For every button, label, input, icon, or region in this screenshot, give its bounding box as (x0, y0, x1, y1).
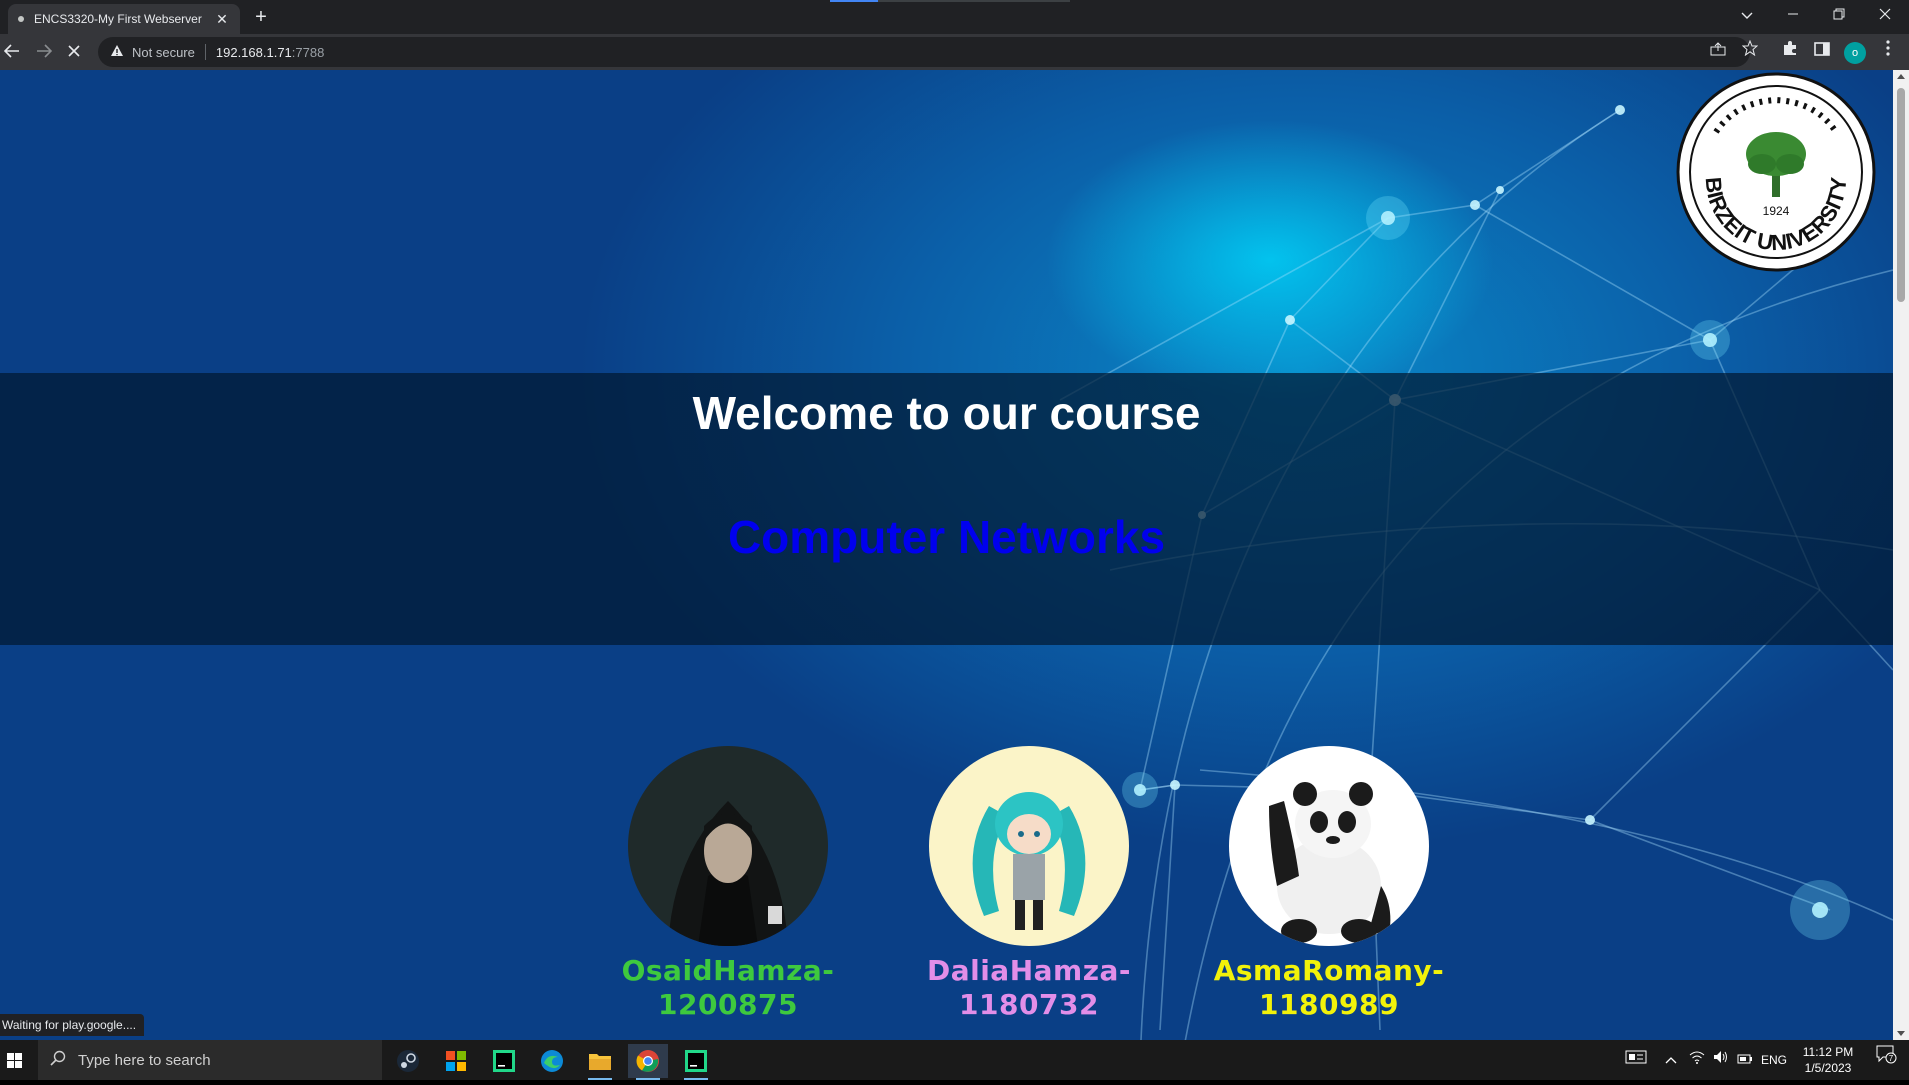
profile-avatar[interactable]: o (1844, 42, 1866, 64)
clock-date: 1/5/2023 (1804, 1061, 1852, 1075)
tab-title: ENCS3320-My First Webserver (34, 12, 202, 26)
tab-close-icon[interactable]: ✕ (214, 11, 230, 28)
browser-titlebar: ENCS3320-My First Webserver ✕ + (0, 0, 1909, 34)
member-avatar-anime-figure (929, 746, 1129, 946)
team-member-card: DaliaHamza- 1180732 (899, 746, 1159, 1022)
browser-menu-kebab-icon[interactable] (1874, 38, 1902, 66)
member-name: OsaidHamza- (621, 954, 835, 987)
birzeit-university-logo: 1924 BIRZEIT UNIVERSITY (1676, 72, 1876, 272)
tab-search-chevron-icon[interactable] (1724, 0, 1770, 30)
bookmark-star-icon[interactable] (1736, 38, 1764, 66)
close-window-icon[interactable] (1862, 0, 1908, 30)
browser-status-bubble: Waiting for play.google.... (0, 1014, 145, 1036)
team-member-card: OsaidHamza- 1200875 (598, 746, 858, 1022)
member-id: 1200875 (658, 988, 798, 1021)
notification-count: 7 (1889, 1054, 1894, 1063)
new-tab-button[interactable]: + (250, 6, 272, 28)
taskbar-clock[interactable]: 11:12 PM 1/5/2023 (1790, 1044, 1866, 1076)
address-bar[interactable]: Not secure 192.168.1.71:7788 (98, 37, 1750, 67)
member-name: AsmaRomany- (1213, 954, 1445, 987)
scroll-down-arrow-icon[interactable] (1897, 1031, 1905, 1036)
windows-start-button[interactable] (0, 1040, 34, 1080)
microsoft-store-icon[interactable] (436, 1044, 476, 1078)
loading-favicon-icon (18, 16, 24, 22)
notification-center-icon[interactable]: 7 (1868, 1040, 1904, 1080)
steam-app-icon[interactable] (388, 1044, 428, 1078)
member-name: DaliaHamza- (926, 954, 1132, 987)
input-language-indicator[interactable]: ENG (1758, 1040, 1790, 1080)
warning-triangle-icon[interactable] (110, 44, 124, 60)
tab-strip-loading-indicator (830, 0, 1070, 2)
member-avatar-panda (1229, 746, 1429, 946)
url-port: :7788 (291, 44, 325, 60)
scrollbar-thumb[interactable] (1897, 88, 1905, 302)
search-magnifier-icon (50, 1050, 66, 1071)
minimize-icon[interactable] (1770, 0, 1816, 30)
chrome-browser-icon[interactable] (628, 1044, 668, 1080)
page-viewport: 1924 BIRZEIT UNIVERSITY Welcome to our c… (0, 70, 1893, 1040)
team-member-card: AsmaRomany- 1180989 (1199, 746, 1459, 1022)
clock-time: 11:12 PM (1802, 1045, 1854, 1059)
show-hidden-icons-chevron[interactable] (1660, 1040, 1682, 1080)
welcome-heading: Welcome to our course (692, 387, 1201, 439)
file-explorer-icon[interactable] (580, 1044, 620, 1080)
address-divider (204, 44, 206, 60)
member-avatar-hooded-figure (628, 746, 828, 946)
scroll-up-arrow-icon[interactable] (1897, 74, 1905, 79)
member-id: 1180732 (959, 988, 1099, 1021)
logo-year: 1924 (1763, 204, 1790, 218)
page-scrollbar[interactable] (1893, 70, 1909, 1040)
stop-loading-button[interactable] (60, 38, 88, 66)
battery-icon[interactable] (1734, 1040, 1756, 1080)
browser-tab-active[interactable]: ENCS3320-My First Webserver ✕ (8, 4, 240, 34)
extensions-puzzle-icon[interactable] (1776, 38, 1804, 66)
clion-app-icon[interactable] (484, 1044, 524, 1078)
course-name: Computer Networks (727, 511, 1166, 563)
wifi-icon[interactable] (1686, 1040, 1708, 1080)
edge-browser-icon[interactable] (532, 1044, 572, 1078)
browser-toolbar: Not secure 192.168.1.71:7788 (0, 34, 1909, 70)
url-host: 192.168.1.71 (215, 44, 292, 60)
side-panel-icon[interactable] (1808, 38, 1836, 66)
taskbar-search-box[interactable]: Type here to search (38, 1040, 382, 1080)
news-widget-icon[interactable] (1620, 1040, 1652, 1080)
welcome-banner: Welcome to our course Computer Networks (0, 373, 1893, 645)
pycharm-app-icon[interactable] (676, 1044, 716, 1080)
speaker-volume-icon[interactable] (1710, 1040, 1732, 1080)
forward-button[interactable] (30, 38, 58, 66)
restore-icon[interactable] (1816, 0, 1862, 30)
share-icon[interactable] (1704, 38, 1732, 66)
member-id: 1180989 (1259, 988, 1399, 1021)
windows-taskbar: Type here to search ENG 11:12 PM 1/5/202… (0, 1040, 1909, 1080)
back-button[interactable] (0, 38, 26, 66)
search-placeholder: Type here to search (78, 1051, 211, 1069)
security-status-label[interactable]: Not secure (132, 45, 195, 60)
